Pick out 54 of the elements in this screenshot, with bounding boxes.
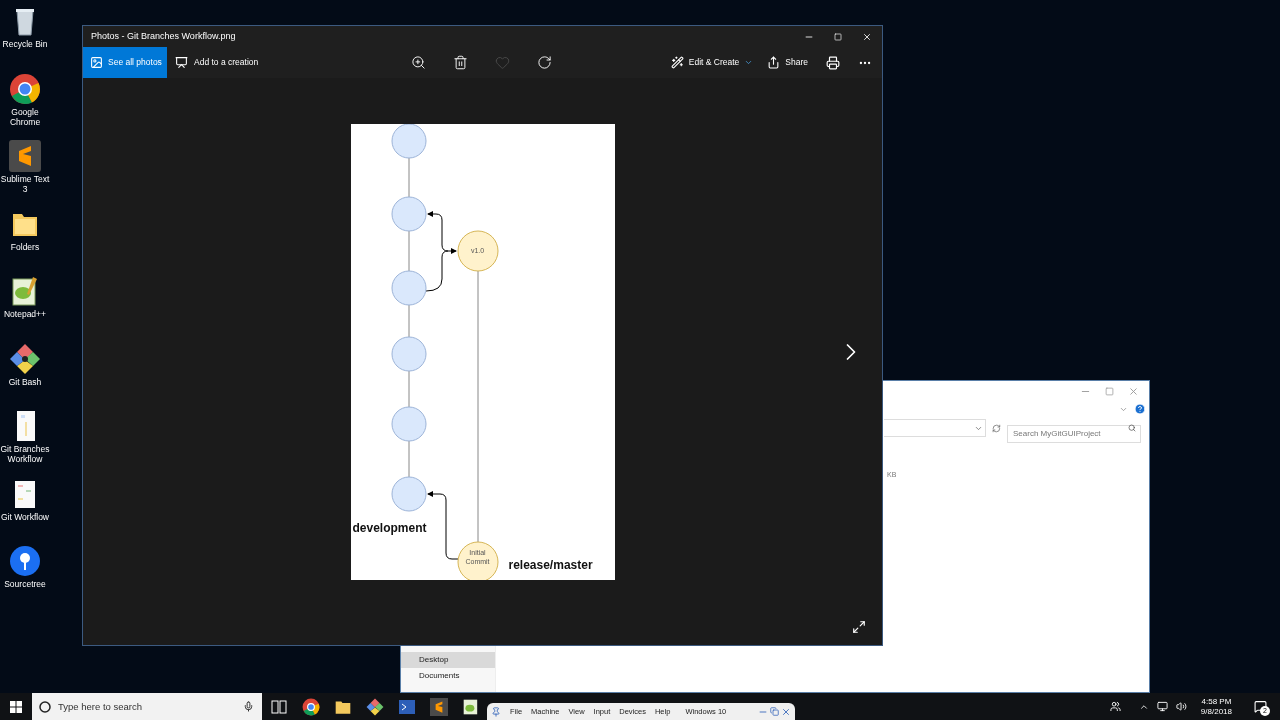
print-icon[interactable]: [826, 55, 840, 70]
zoom-in-icon[interactable]: [410, 55, 426, 70]
microphone-icon[interactable]: [243, 701, 254, 712]
search-icon: [1128, 424, 1136, 432]
volume-icon[interactable]: [1175, 701, 1187, 712]
desktop-icon-label[interactable]: Folders: [0, 241, 50, 252]
help-icon[interactable]: [1134, 403, 1146, 415]
desktop-icon-label[interactable]: Sourcetree: [0, 579, 50, 589]
location-pin-icon: [9, 545, 41, 577]
git-diamond-icon: [9, 342, 41, 375]
trash-icon[interactable]: [452, 55, 468, 70]
desktop-icon-label[interactable]: Google Chrome: [0, 106, 50, 127]
desktop-icon-label[interactable]: Sublime Text 3: [0, 174, 50, 194]
git-diamond-icon[interactable]: [366, 697, 384, 716]
share-button[interactable]: Share: [767, 56, 808, 69]
task-view-icon[interactable]: [270, 697, 288, 716]
windows-logo-icon[interactable]: [10, 700, 22, 713]
network-icon[interactable]: [1156, 701, 1168, 712]
edit-create-button[interactable]: Edit & Create: [670, 56, 754, 69]
refresh-icon[interactable]: [992, 423, 1001, 433]
nav-item[interactable]: Desktop: [401, 652, 495, 668]
share-icon: [767, 56, 781, 69]
caret-icon: [744, 58, 754, 67]
expand-icon[interactable]: [852, 620, 866, 634]
presentation-icon: [175, 56, 188, 69]
notepad-icon[interactable]: [462, 697, 480, 716]
branch-label: development: [352, 520, 427, 537]
desktop-icon-label[interactable]: Git Bash: [0, 376, 50, 387]
image-icon: [90, 56, 103, 69]
nav-item[interactable]: Documents: [401, 668, 495, 684]
magic-wand-icon: [670, 56, 684, 69]
close-icon[interactable]: [862, 31, 872, 42]
branch-label: release/master: [508, 557, 593, 574]
desktop-icon-label[interactable]: Notepad++: [0, 309, 50, 319]
editor-icon: [9, 140, 41, 172]
clock-time[interactable]: 4:58 PM: [1201, 696, 1232, 707]
desktop-icon-label[interactable]: Git Branches Workflow: [0, 444, 50, 464]
search-field[interactable]: Search MyGitGUIProject: [1007, 424, 1141, 443]
browser-icon: [9, 72, 41, 105]
rotate-icon[interactable]: [536, 55, 552, 70]
editor-icon[interactable]: [430, 697, 448, 716]
clock-date[interactable]: 9/8/2018: [1200, 706, 1232, 717]
add-to-creation-button[interactable]: Add to a creation: [167, 47, 265, 78]
browser-icon[interactable]: [302, 697, 320, 716]
address-field[interactable]: [884, 419, 987, 437]
desktop-icon-label[interactable]: Git Workflow: [0, 511, 50, 522]
desktop-icon-label[interactable]: Recycle Bin: [0, 39, 50, 49]
terminal-icon[interactable]: [398, 697, 416, 716]
window-title: Photos - Git Branches Workflow.png: [91, 29, 236, 43]
search-circle-icon: [39, 700, 51, 713]
people-icon[interactable]: [1109, 701, 1121, 712]
see-all-photos-button[interactable]: See all photos: [83, 47, 167, 78]
taskbar-search-field[interactable]: Type here to search: [32, 693, 262, 720]
pin-icon[interactable]: [491, 706, 501, 717]
